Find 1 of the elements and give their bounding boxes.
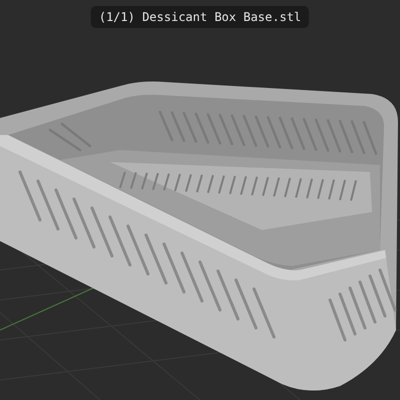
file-title: (1/1) Dessicant Box Base.stl xyxy=(90,6,310,28)
